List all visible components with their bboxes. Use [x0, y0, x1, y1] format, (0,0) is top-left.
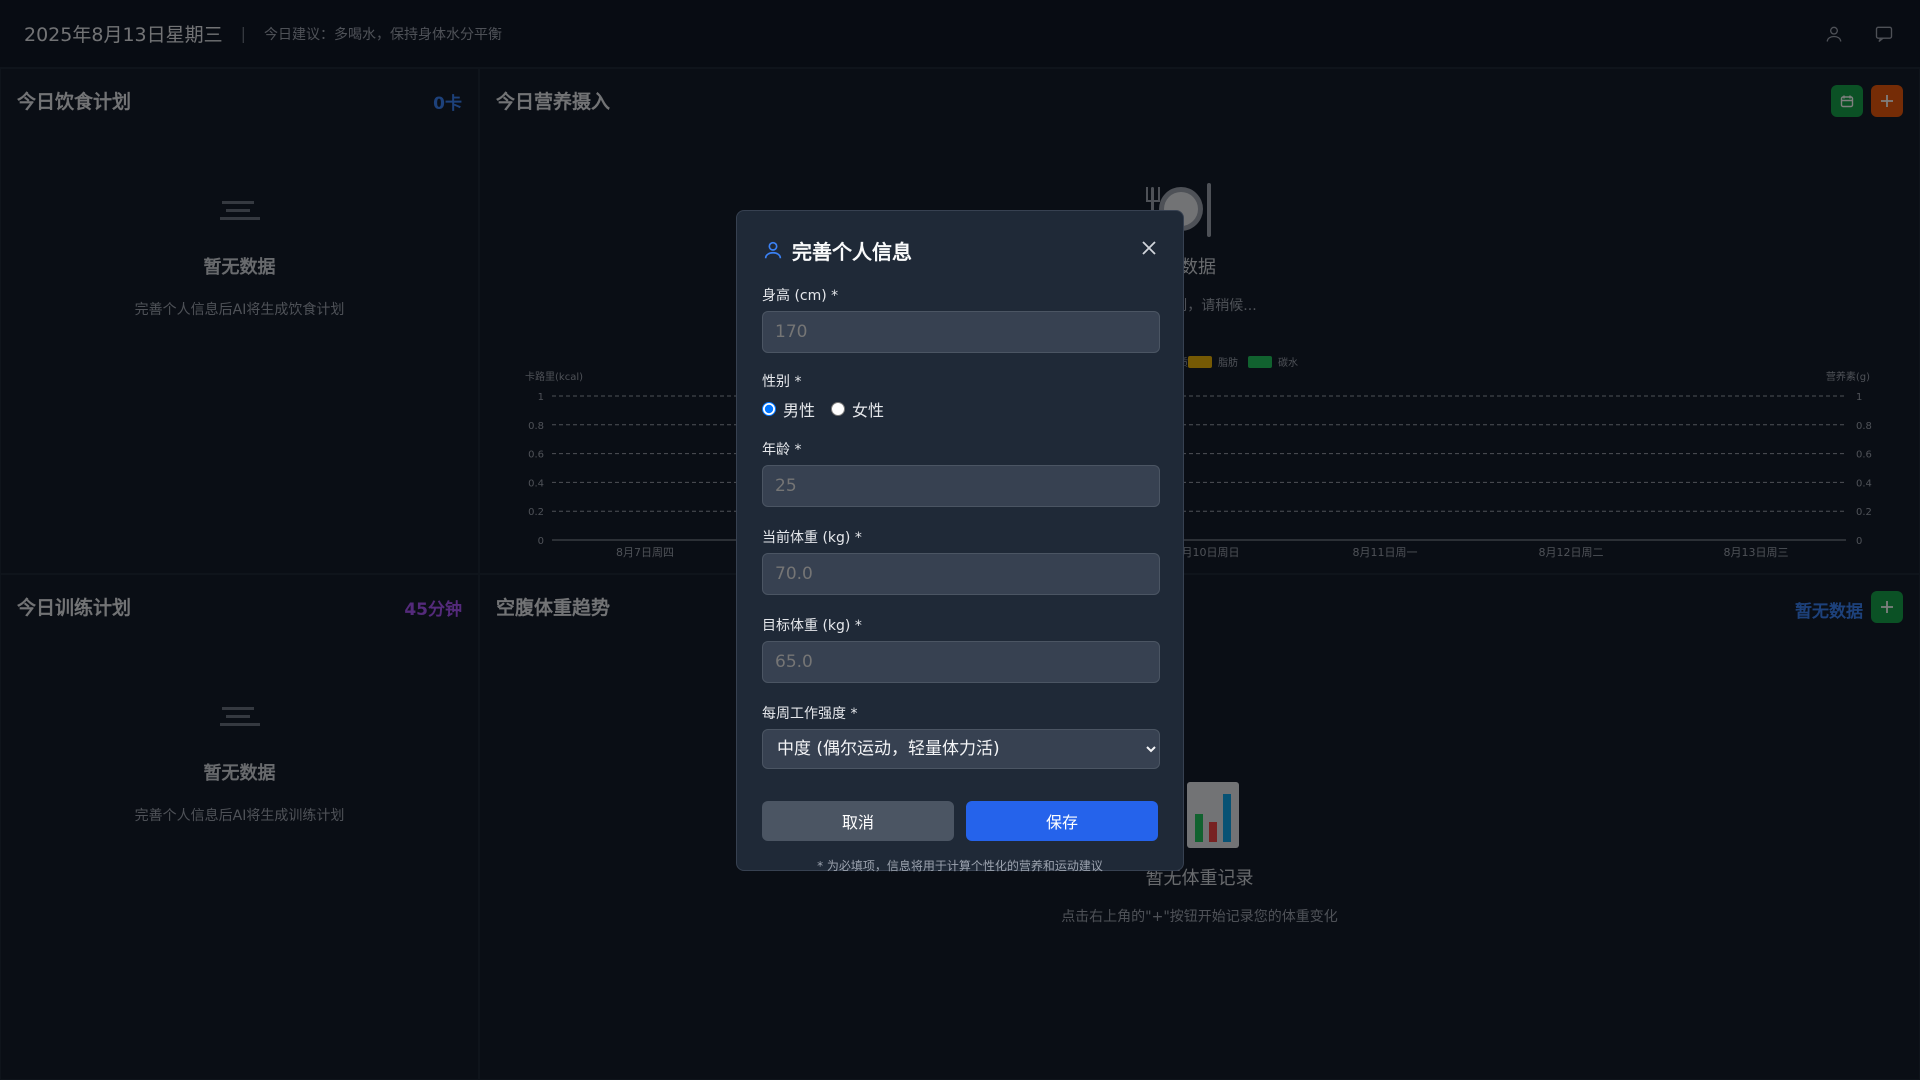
required-note: * 为必填项，信息将用于计算个性化的营养和运动建议: [817, 859, 1103, 873]
user-icon: [764, 241, 782, 259]
age-input[interactable]: [762, 465, 1160, 507]
intensity-select[interactable]: 中度 (偶尔运动，轻量体力活): [762, 729, 1160, 769]
profile-modal: 完善个人信息 身高 (cm) * 性别 * 男性 女性 年龄 * 当前体重 (k…: [736, 210, 1184, 873]
gender-female-label: 女性: [852, 401, 885, 420]
close-icon[interactable]: [1140, 239, 1158, 261]
age-label: 年龄 *: [762, 442, 802, 458]
current-weight-input[interactable]: [762, 553, 1160, 595]
gender-female-option[interactable]: 女性: [831, 397, 884, 421]
target-weight-input[interactable]: [762, 641, 1160, 683]
intensity-label: 每周工作强度 *: [762, 706, 858, 722]
gender-male-radio[interactable]: [762, 402, 776, 416]
gender-label: 性别 *: [762, 374, 802, 390]
cancel-button[interactable]: 取消: [762, 801, 954, 841]
gender-female-radio[interactable]: [831, 402, 846, 416]
height-input[interactable]: [762, 311, 1160, 353]
gender-male-label: 男性: [783, 401, 816, 420]
target-weight-label: 目标体重 (kg) *: [762, 618, 862, 634]
weight-label: 当前体重 (kg) *: [762, 530, 862, 546]
gender-male-option[interactable]: 男性: [762, 397, 815, 421]
height-label: 身高 (cm) *: [762, 288, 839, 304]
modal-title: 完善个人信息: [792, 239, 912, 264]
save-button[interactable]: 保存: [966, 801, 1158, 841]
